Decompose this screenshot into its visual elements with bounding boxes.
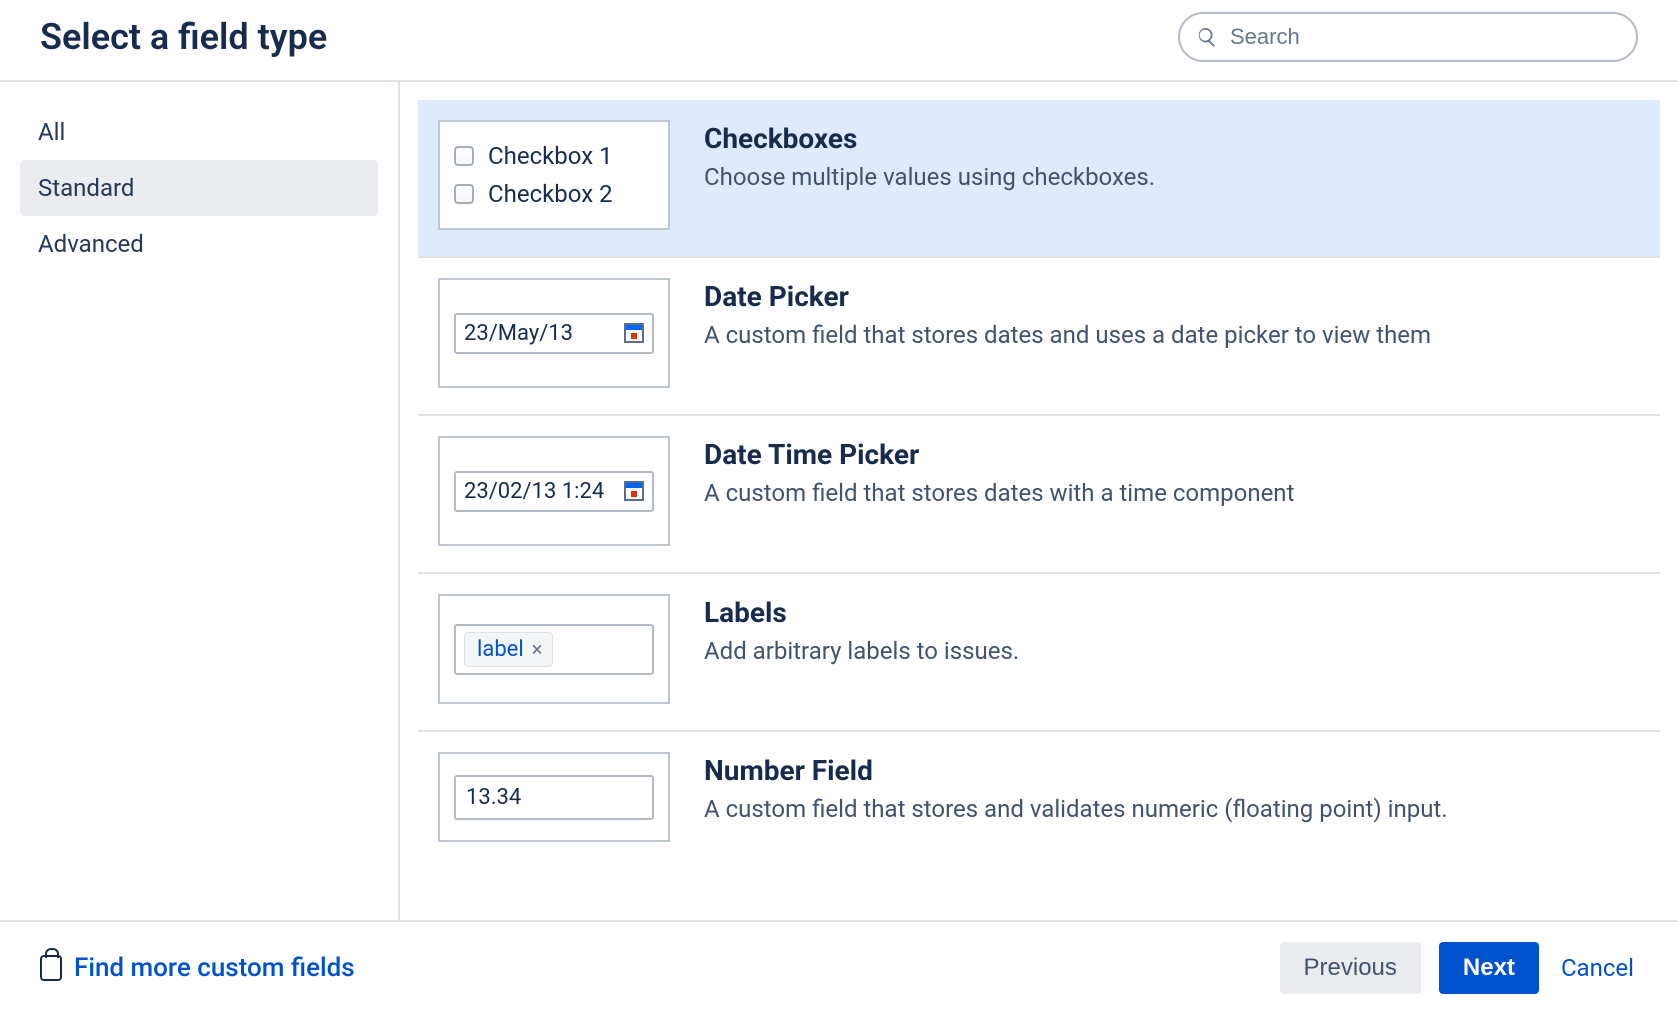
category-sidebar: All Standard Advanced [0,82,400,920]
field-type-number[interactable]: 13.34 Number Field A custom field that s… [418,732,1660,868]
calendar-icon [624,323,644,343]
field-type-desc: A custom field that stores dates with a … [704,477,1640,509]
sidebar-item-label: All [38,118,65,146]
preview-number: 13.34 [438,752,670,842]
calendar-icon [624,481,644,501]
cancel-link-label: Cancel [1561,954,1634,982]
preview-labels: label × [438,594,670,704]
preview-datetime-value: 23/02/13 1:24 [464,479,616,504]
preview-checkbox-label: Checkbox 1 [488,142,613,170]
find-more-label: Find more custom fields [74,953,355,983]
previous-button[interactable]: Previous [1280,942,1421,994]
field-type-desc: Choose multiple values using checkboxes. [704,161,1640,193]
preview-date-value: 23/May/13 [464,321,616,346]
preview-datetime-input: 23/02/13 1:24 [454,471,654,512]
preview-checkboxes: Checkbox 1 Checkbox 2 [438,120,670,230]
sidebar-item-label: Advanced [38,230,144,258]
field-type-info: Number Field A custom field that stores … [704,752,1640,825]
field-type-info: Date Picker A custom field that stores d… [704,278,1640,351]
field-type-desc: Add arbitrary labels to issues. [704,635,1640,667]
previous-button-label: Previous [1304,954,1397,981]
dialog-title: Select a field type [40,16,327,58]
field-type-title: Date Picker [704,280,1640,313]
label-tag: label × [464,632,553,667]
field-type-date-time-picker[interactable]: 23/02/13 1:24 Date Time Picker A custom … [418,416,1660,574]
field-type-desc: A custom field that stores dates and use… [704,319,1640,351]
field-type-title: Date Time Picker [704,438,1640,471]
field-type-title: Number Field [704,754,1640,787]
preview-labels-input: label × [454,624,654,675]
field-type-labels[interactable]: label × Labels Add arbitrary labels to i… [418,574,1660,732]
marketplace-icon [40,955,62,981]
search-input[interactable] [1178,12,1638,62]
field-type-date-picker[interactable]: 23/May/13 Date Picker A custom field tha… [418,258,1660,416]
label-tag-text: label [477,637,524,662]
remove-tag-icon: × [532,637,543,661]
cancel-link[interactable]: Cancel [1557,954,1638,982]
preview-number-value: 13.34 [454,775,654,820]
preview-checkbox-row: Checkbox 2 [454,180,654,208]
preview-checkbox-label: Checkbox 2 [488,180,613,208]
checkbox-icon [454,184,474,204]
search-field-wrap [1178,12,1638,62]
preview-datetime: 23/02/13 1:24 [438,436,670,546]
footer-button-row: Previous Next Cancel [1280,942,1638,994]
sidebar-item-all[interactable]: All [20,104,378,160]
field-type-info: Checkboxes Choose multiple values using … [704,120,1640,193]
field-type-title: Checkboxes [704,122,1640,155]
dialog-body: All Standard Advanced Checkbox 1 Checkbo… [0,82,1678,920]
preview-checkbox-row: Checkbox 1 [454,142,654,170]
sidebar-item-label: Standard [38,174,134,202]
next-button-label: Next [1463,954,1515,981]
dialog-header: Select a field type [0,0,1678,82]
dialog-footer: Find more custom fields Previous Next Ca… [0,920,1678,1018]
preview-date-input: 23/May/13 [454,313,654,354]
field-type-info: Labels Add arbitrary labels to issues. [704,594,1640,667]
field-type-list: Checkbox 1 Checkbox 2 Checkboxes Choose … [400,82,1678,920]
field-type-desc: A custom field that stores and validates… [704,793,1640,825]
find-more-link[interactable]: Find more custom fields [40,953,355,983]
checkbox-icon [454,146,474,166]
sidebar-item-advanced[interactable]: Advanced [20,216,378,272]
field-type-info: Date Time Picker A custom field that sto… [704,436,1640,509]
field-type-title: Labels [704,596,1640,629]
field-type-checkboxes[interactable]: Checkbox 1 Checkbox 2 Checkboxes Choose … [418,100,1660,258]
search-icon [1196,26,1218,48]
next-button[interactable]: Next [1439,942,1539,994]
sidebar-item-standard[interactable]: Standard [20,160,378,216]
preview-date: 23/May/13 [438,278,670,388]
